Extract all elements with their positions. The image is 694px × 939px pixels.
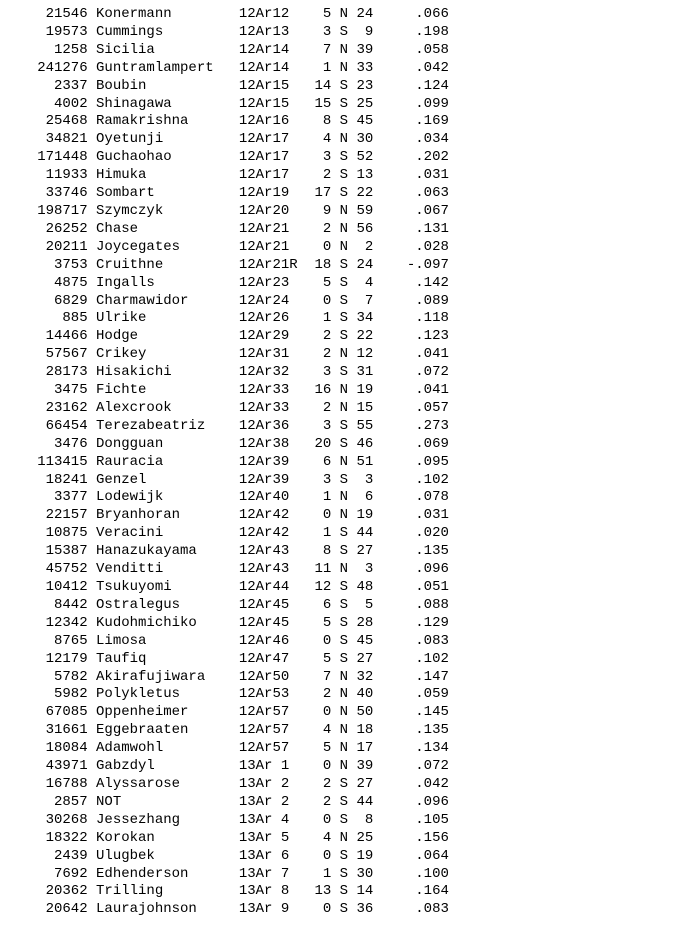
table-row: 12342 Kudohmichiko 12Ar45 5 S 28 .129: [12, 615, 682, 633]
table-row: 241276 Guntramlampert 12Ar14 1 N 33 .042: [12, 60, 682, 78]
data-table: 21546 Konermann 12Ar12 5 N 24 .066 19573…: [0, 0, 694, 939]
table-row: 30268 Jessezhang 13Ar 4 0 S 8 .105: [12, 812, 682, 830]
table-row: 18322 Korokan 13Ar 5 4 N 25 .156: [12, 830, 682, 848]
table-row: 4002 Shinagawa 12Ar15 15 S 25 .099: [12, 96, 682, 114]
table-row: 4875 Ingalls 12Ar23 5 S 4 .142: [12, 275, 682, 293]
table-row: 8442 Ostralegus 12Ar45 6 S 5 .088: [12, 597, 682, 615]
table-row: 22157 Bryanhoran 12Ar42 0 N 19 .031: [12, 507, 682, 525]
table-row: 20211 Joycegates 12Ar21 0 N 2 .028: [12, 239, 682, 257]
table-row: 5782 Akirafujiwara 12Ar50 7 N 32 .147: [12, 669, 682, 687]
table-row: 5982 Polykletus 12Ar53 2 N 40 .059: [12, 686, 682, 704]
table-row: 113415 Rauracia 12Ar39 6 N 51 .095: [12, 454, 682, 472]
table-row: 198717 Szymczyk 12Ar20 9 N 59 .067: [12, 203, 682, 221]
table-row: 8765 Limosa 12Ar46 0 S 45 .083: [12, 633, 682, 651]
table-row: 20642 Laurajohnson 13Ar 9 0 S 36 .083: [12, 901, 682, 919]
table-row: 66454 Terezabeatriz 12Ar36 3 S 55 .273: [12, 418, 682, 436]
table-row: 15387 Hanazukayama 12Ar43 8 S 27 .135: [12, 543, 682, 561]
table-row: 1258 Sicilia 12Ar14 7 N 39 .058: [12, 42, 682, 60]
table-row: 67085 Oppenheimer 12Ar57 0 N 50 .145: [12, 704, 682, 722]
table-row: 57567 Crikey 12Ar31 2 N 12 .041: [12, 346, 682, 364]
table-row: 21546 Konermann 12Ar12 5 N 24 .066: [12, 6, 682, 24]
table-row: 6829 Charmawidor 12Ar24 0 S 7 .089: [12, 293, 682, 311]
table-row: 16788 Alyssarose 13Ar 2 2 S 27 .042: [12, 776, 682, 794]
table-row: 7692 Edhenderson 13Ar 7 1 S 30 .100: [12, 866, 682, 884]
table-row: 31661 Eggebraaten 12Ar57 4 N 18 .135: [12, 722, 682, 740]
table-row: 171448 Guchaohao 12Ar17 3 S 52 .202: [12, 149, 682, 167]
table-row: 34821 Oyetunji 12Ar17 4 N 30 .034: [12, 131, 682, 149]
table-row: 3753 Cruithne 12Ar21R 18 S 24 -.097: [12, 257, 682, 275]
table-row: 26252 Chase 12Ar21 2 N 56 .131: [12, 221, 682, 239]
table-row: 45752 Venditti 12Ar43 11 N 3 .096: [12, 561, 682, 579]
table-row: 10412 Tsukuyomi 12Ar44 12 S 48 .051: [12, 579, 682, 597]
table-row: 10875 Veracini 12Ar42 1 S 44 .020: [12, 525, 682, 543]
table-row: 25468 Ramakrishna 12Ar16 8 S 45 .169: [12, 113, 682, 131]
table-row: 3475 Fichte 12Ar33 16 N 19 .041: [12, 382, 682, 400]
table-row: 43971 Gabzdyl 13Ar 1 0 N 39 .072: [12, 758, 682, 776]
table-row: 3377 Lodewijk 12Ar40 1 N 6 .078: [12, 489, 682, 507]
table-row: 885 Ulrike 12Ar26 1 S 34 .118: [12, 310, 682, 328]
table-row: 19573 Cummings 12Ar13 3 S 9 .198: [12, 24, 682, 42]
table-row: 12179 Taufiq 12Ar47 5 S 27 .102: [12, 651, 682, 669]
table-row: 33746 Sombart 12Ar19 17 S 22 .063: [12, 185, 682, 203]
table-row: 20362 Trilling 13Ar 8 13 S 14 .164: [12, 883, 682, 901]
table-row: 2857 NOT 13Ar 2 2 S 44 .096: [12, 794, 682, 812]
table-row: 11933 Himuka 12Ar17 2 S 13 .031: [12, 167, 682, 185]
table-row: 2439 Ulugbek 13Ar 6 0 S 19 .064: [12, 848, 682, 866]
table-row: 18241 Genzel 12Ar39 3 S 3 .102: [12, 472, 682, 490]
table-row: 28173 Hisakichi 12Ar32 3 S 31 .072: [12, 364, 682, 382]
table-row: 23162 Alexcrook 12Ar33 2 N 15 .057: [12, 400, 682, 418]
table-row: 18084 Adamwohl 12Ar57 5 N 17 .134: [12, 740, 682, 758]
table-row: 14466 Hodge 12Ar29 2 S 22 .123: [12, 328, 682, 346]
table-row: 2337 Boubin 12Ar15 14 S 23 .124: [12, 78, 682, 96]
table-row: 3476 Dongguan 12Ar38 20 S 46 .069: [12, 436, 682, 454]
